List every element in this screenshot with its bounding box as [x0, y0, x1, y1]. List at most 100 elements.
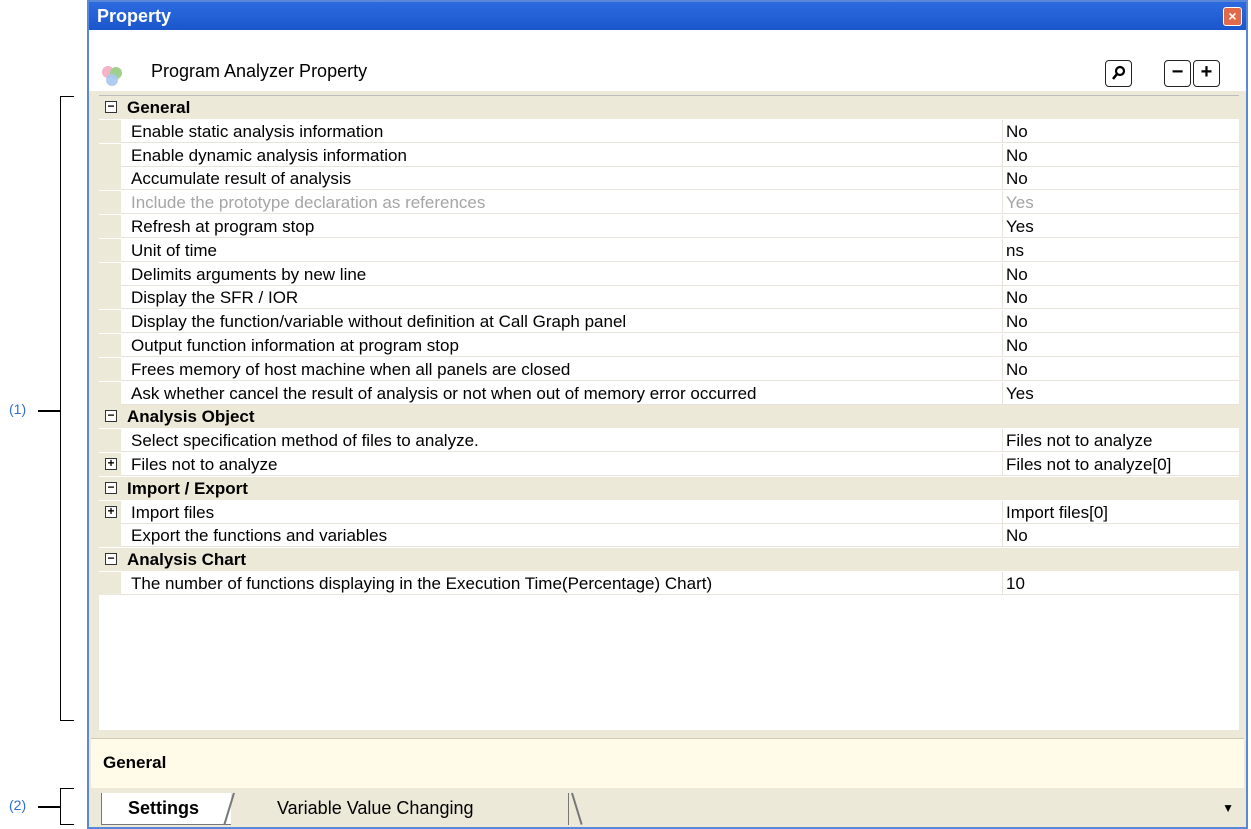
collapse-all-button[interactable]: −: [1164, 60, 1191, 87]
tab-variable-value-changing-label: Variable Value Changing: [277, 798, 474, 818]
search-icon: [1111, 65, 1125, 80]
property-value[interactable]: No: [1006, 360, 1028, 380]
column-separator: [1002, 215, 1003, 238]
column-separator: [1002, 310, 1003, 334]
property-row[interactable]: Output function information at program s…: [99, 334, 1239, 357]
tab-settings[interactable]: Settings: [101, 793, 231, 825]
property-value[interactable]: Import files[0]: [1006, 503, 1108, 523]
property-row[interactable]: Unit of time ns: [99, 238, 1239, 262]
property-row[interactable]: Accumulate result of analysis No: [99, 167, 1239, 191]
category-row[interactable]: − General: [99, 96, 1239, 119]
callout-2-bracket: [60, 788, 74, 825]
property-value[interactable]: Files not to analyze[0]: [1006, 455, 1171, 475]
property-row[interactable]: + Import files Import files[0]: [99, 500, 1239, 524]
tab-overflow-icon[interactable]: ▼: [1222, 801, 1234, 815]
column-separator: [1002, 357, 1003, 381]
property-row[interactable]: Include the prototype declaration as ref…: [99, 191, 1239, 215]
collapse-icon[interactable]: −: [105, 409, 117, 423]
property-name: Ask whether cancel the result of analysi…: [131, 383, 757, 403]
column-separator: [1002, 143, 1003, 167]
category-label: Analysis Object: [127, 407, 255, 427]
row-gutter: [99, 262, 121, 286]
row-gutter: [99, 119, 121, 143]
tab-divider-end: [571, 792, 583, 825]
property-name: The number of functions displaying in th…: [131, 574, 713, 593]
window-title: Property: [97, 6, 172, 26]
property-name: Include the prototype declaration as ref…: [131, 193, 486, 213]
row-gutter: [99, 238, 121, 262]
property-value[interactable]: ns: [1006, 241, 1024, 261]
property-row[interactable]: Display the function/variable without de…: [99, 310, 1239, 334]
column-separator: [1002, 334, 1003, 357]
property-value[interactable]: Files not to analyze: [1006, 431, 1152, 451]
property-value[interactable]: 10: [1006, 574, 1025, 594]
property-value[interactable]: Yes: [1006, 217, 1034, 237]
description-title: General: [103, 753, 167, 772]
column-separator: [1002, 286, 1003, 310]
collapse-icon[interactable]: −: [105, 100, 117, 113]
property-value[interactable]: No: [1006, 336, 1028, 356]
program-analyzer-icon: [102, 66, 122, 86]
property-name: Display the SFR / IOR: [131, 288, 299, 308]
property-value[interactable]: No: [1006, 169, 1028, 189]
property-row[interactable]: Refresh at program stop Yes: [99, 215, 1239, 238]
property-row[interactable]: + Files not to analyze Files not to analyz…: [99, 453, 1239, 476]
column-separator: [1002, 453, 1003, 476]
expand-all-button[interactable]: +: [1193, 60, 1220, 87]
callout-1-tick: [38, 410, 60, 412]
property-value[interactable]: Yes: [1006, 193, 1034, 213]
category-row[interactable]: − Analysis Object: [99, 405, 1239, 429]
row-gutter: [99, 357, 121, 381]
column-separator: [1002, 191, 1003, 215]
column-separator: [1002, 119, 1003, 143]
row-gutter: [99, 286, 121, 310]
property-panel: Property × Program Analyzer Property − +…: [87, 0, 1248, 829]
property-value[interactable]: No: [1006, 312, 1028, 332]
property-name: Export the functions and variables: [131, 526, 388, 546]
property-row[interactable]: Select specification method of files to …: [99, 429, 1239, 453]
row-gutter: [99, 191, 121, 215]
column-separator: [1002, 524, 1003, 548]
search-button[interactable]: [1105, 60, 1132, 87]
expand-icon[interactable]: +: [105, 505, 117, 518]
tab-variable-value-changing[interactable]: Variable Value Changing: [229, 793, 569, 825]
property-row[interactable]: Enable static analysis information No: [99, 119, 1239, 143]
property-name: Output function information at program s…: [131, 336, 459, 355]
column-separator: [1002, 500, 1003, 524]
property-value[interactable]: No: [1006, 146, 1028, 166]
row-gutter: [99, 310, 121, 334]
property-name: Display the function/variable without de…: [131, 312, 627, 332]
category-row[interactable]: − Analysis Chart: [99, 548, 1239, 572]
property-name: Refresh at program stop: [131, 217, 315, 236]
collapse-icon[interactable]: −: [105, 552, 117, 566]
property-value[interactable]: No: [1006, 526, 1028, 546]
property-row[interactable]: Display the SFR / IOR No: [99, 286, 1239, 310]
property-row[interactable]: Ask whether cancel the result of analysi…: [99, 381, 1239, 405]
property-row[interactable]: Delimits arguments by new line No: [99, 262, 1239, 286]
property-row[interactable]: Export the functions and variables No: [99, 524, 1239, 548]
property-row[interactable]: The number of functions displaying in th…: [99, 572, 1239, 595]
property-value[interactable]: No: [1006, 122, 1028, 142]
column-separator: [1002, 238, 1003, 262]
property-name: Frees memory of host machine when all pa…: [131, 359, 571, 379]
callout-1: (1): [9, 401, 27, 417]
property-row[interactable]: Enable dynamic analysis information No: [99, 143, 1239, 167]
row-gutter: [99, 524, 121, 548]
category-label: Import / Export: [127, 478, 248, 498]
close-icon[interactable]: ×: [1223, 7, 1242, 26]
property-name: Files not to analyze: [131, 455, 278, 474]
category-row[interactable]: − Import / Export: [99, 476, 1239, 500]
property-row[interactable]: Frees memory of host machine when all pa…: [99, 357, 1239, 381]
row-gutter: [99, 429, 121, 453]
panel-caption: Program Analyzer Property: [151, 61, 368, 81]
collapse-icon[interactable]: −: [105, 481, 117, 494]
expand-icon[interactable]: +: [105, 457, 117, 470]
property-value[interactable]: Yes: [1006, 384, 1034, 404]
row-gutter: [99, 572, 121, 595]
row-gutter: [99, 334, 121, 357]
column-separator: [1002, 167, 1003, 191]
row-gutter: [99, 143, 121, 167]
property-value[interactable]: No: [1006, 288, 1028, 308]
titlebar: Property ×: [89, 2, 1246, 30]
property-value[interactable]: No: [1006, 265, 1028, 285]
